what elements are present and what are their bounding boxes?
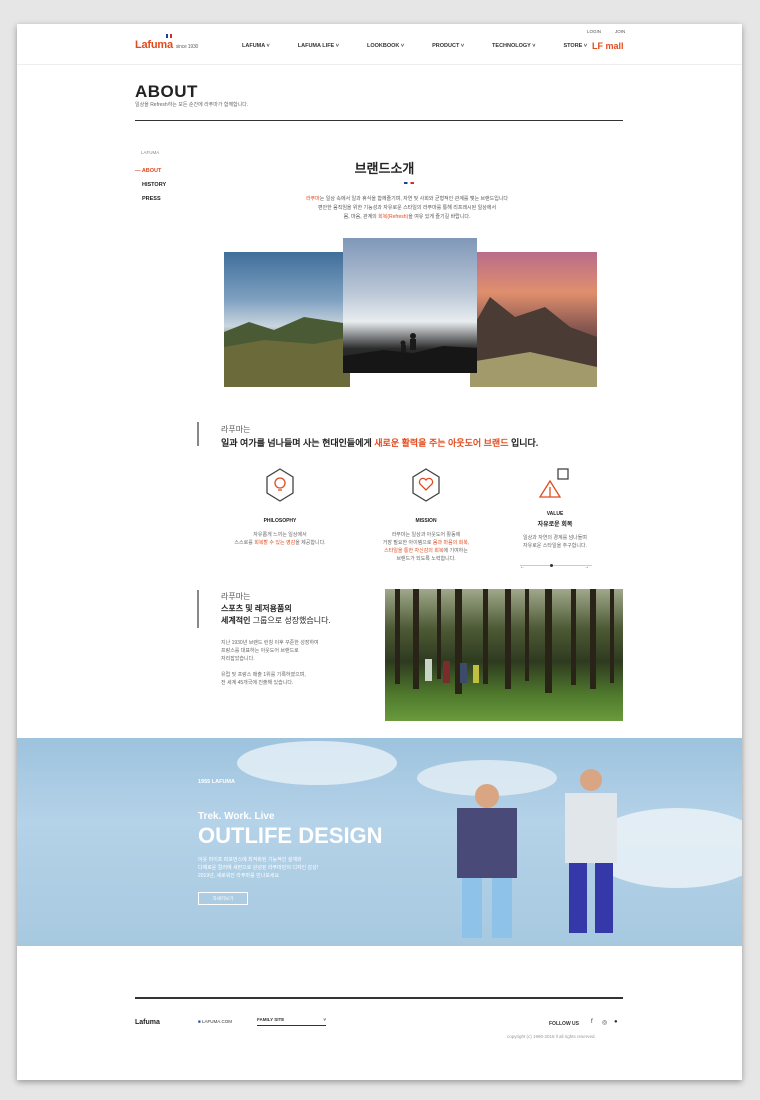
philosophy-icon <box>262 467 298 503</box>
banner-year: 1955 LAFUMA <box>198 779 235 785</box>
sidebar-heading: LAFUMA <box>141 150 160 155</box>
sidebar-item-press[interactable]: PRESS <box>142 196 161 202</box>
flag-bar <box>404 182 414 184</box>
facebook-icon[interactable]: f <box>591 1019 593 1025</box>
mountain-silhouette <box>224 317 350 387</box>
brand-description: 라푸마는 일상 속에서 일과 휴식을 함께즐기며, 자연 및 사회와 균형적인 … <box>305 196 509 220</box>
forest-hikers-photo <box>385 589 623 721</box>
flag-icon: ■ <box>198 1019 201 1024</box>
sidebar-item-about[interactable]: — ABOUT <box>135 168 161 174</box>
carousel-track[interactable] <box>520 565 592 566</box>
nav-technology[interactable]: TECHNOLOGY ˅ <box>492 43 535 49</box>
growth-line1: 라푸마는 <box>221 592 251 601</box>
main-nav: LAFUMA ˅ LAFUMA LIFE ˅ LOOKBOOK ˅ PRODUC… <box>242 43 615 49</box>
growth-text: 지난 1930년 브랜드 런칭 이후 꾸준한 성장하여 프랑스를 대표하는 아웃… <box>221 640 319 686</box>
nav-lookbook[interactable]: LOOKBOOK ˅ <box>367 43 404 49</box>
growth-heading: 스포츠 및 레저용품의 세계적인 그룹으로 성장했습니다. <box>221 604 331 625</box>
slogan-line2: 일과 여가를 넘나들며 사는 현대인들에게 새로운 활력을 주는 아웃도어 브랜… <box>221 438 539 448</box>
carousel-prev-icon[interactable]: ← <box>520 564 525 570</box>
logo-since: since 1930 <box>175 44 199 50</box>
brand-title: 브랜드소개 <box>354 161 415 176</box>
join-link[interactable]: JOIN <box>615 29 625 34</box>
sidebar-item-history[interactable]: HISTORY <box>142 182 166 188</box>
follow-us-label: FOLLOW US <box>549 1021 579 1027</box>
page: Lafuma since 1930 LAFUMA ˅ LAFUMA LIFE ˅ … <box>17 24 742 1080</box>
value-text: 일상과 자연의 경계를 넘나들며 자유로운 스타일을 추구합니다. <box>523 535 587 549</box>
lafuma-com-link[interactable]: ■ LAFUMA.COM <box>198 1019 232 1024</box>
banner-title: OUTLIFE DESIGN <box>198 823 383 848</box>
hikers-photo <box>343 238 477 373</box>
philosophy-text: 자유롭게 느끼는 일상에서 스스로를 회복할 수 있는 영감을 제공합니다. <box>234 532 326 546</box>
page-subtitle: 일상을 Refresh하는 모든 순간에 라푸마가 함께합니다. <box>135 102 249 108</box>
nav-lafuma[interactable]: LAFUMA ˅ <box>242 43 270 49</box>
mountain-lake-photo <box>224 252 350 387</box>
lf-mall-link[interactable]: LF mall <box>592 41 624 51</box>
value-label: VALUE <box>546 511 564 517</box>
header-divider <box>17 64 742 65</box>
growth-bar <box>197 590 199 628</box>
mission-label: MISSION <box>415 518 437 524</box>
nav-product[interactable]: PRODUCT ˅ <box>432 43 464 49</box>
slogan-bar <box>197 422 199 446</box>
philosophy-label: PHILOSOPHY <box>263 518 297 524</box>
mission-text: 라푸마는 일상과 아웃도어 활동에 거장 필요한 아이템으로 몸과 마음의 회복… <box>382 532 470 562</box>
mission-icon <box>408 467 444 503</box>
footer-logo[interactable]: Lafuma <box>135 1019 160 1026</box>
banner-tagline: Trek. Work. Live <box>198 811 275 822</box>
carousel-dot[interactable] <box>550 564 553 567</box>
outlife-banner: 1955 LAFUMA Trek. Work. Live OUTLIFE DES… <box>17 738 742 946</box>
slogan-line1: 라푸마는 <box>221 425 251 434</box>
carousel-next-icon[interactable]: → <box>584 564 589 570</box>
chevron-down-icon: ˅ <box>323 1017 326 1022</box>
value-sublabel: 자유로운 회복 <box>537 522 573 528</box>
banner-text: 아웃 라이프 퍼포먼스에 최적화된 기능적인 설계와 다채로운 컬러에 세련으로… <box>198 857 319 879</box>
brand-logo[interactable]: Lafuma since 1930 <box>135 34 199 51</box>
hikers-silhouette <box>343 333 477 373</box>
copyright: copyright (c) 1990-2018 ll all rights re… <box>507 1034 596 1039</box>
flag-icon <box>166 34 172 38</box>
login-link[interactable]: LOGIN <box>587 29 601 34</box>
forest-trees <box>395 589 614 694</box>
family-site-select[interactable]: FAMILY SITE ˅ <box>257 1017 326 1026</box>
instagram-icon[interactable]: ◎ <box>602 1019 607 1026</box>
peak-silhouette <box>470 297 597 387</box>
top-links: LOGIN JOIN <box>587 29 625 34</box>
footer-divider <box>135 997 623 999</box>
blog-icon[interactable]: ● <box>614 1019 618 1025</box>
title-divider <box>135 120 623 121</box>
nav-store[interactable]: STORE ˅ <box>564 43 588 49</box>
page-title: ABOUT <box>135 82 198 101</box>
sunset-mountain-photo <box>470 252 597 387</box>
nav-lafuma-life[interactable]: LAFUMA LIFE ˅ <box>298 43 339 49</box>
banner-more-button[interactable]: 자세히보기 <box>198 892 248 905</box>
value-icon <box>536 467 572 503</box>
